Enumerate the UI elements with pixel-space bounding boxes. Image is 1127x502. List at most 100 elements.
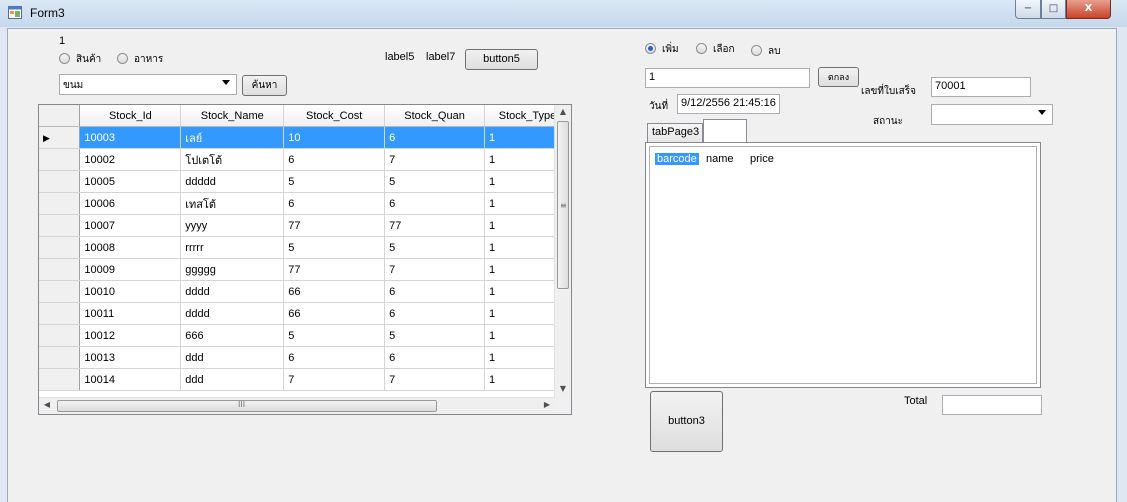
table-cell[interactable]: 66 [283,302,386,325]
ok-button[interactable]: ตกลง [818,67,859,87]
table-cell[interactable]: 7 [384,258,486,281]
row-header[interactable] [39,324,81,347]
table-cell[interactable]: ggggg [180,258,285,281]
table-cell[interactable]: 10008 [79,236,182,259]
grid-horizontal-scrollbar[interactable]: ◀ III ▶ [39,397,555,414]
button5[interactable]: button5 [465,49,538,70]
table-cell[interactable]: 6 [283,346,386,369]
table-cell[interactable]: yyyy [180,214,285,237]
table-cell[interactable]: 10013 [79,346,182,369]
maximize-button[interactable]: □ [1041,0,1066,19]
table-cell[interactable]: 10 [283,126,386,149]
table-cell[interactable]: 7 [283,368,386,391]
table-cell[interactable]: 7 [384,148,486,171]
row-header[interactable] [39,214,81,237]
radio-delete[interactable] [751,45,762,56]
row-header[interactable] [39,192,81,215]
table-cell[interactable]: 10011 [79,302,182,325]
table-cell[interactable]: 10002 [79,148,182,171]
table-cell[interactable]: 66 [283,280,386,303]
table-cell[interactable]: 5 [283,236,386,259]
list-header-name[interactable]: name [706,153,734,165]
scroll-down-icon[interactable]: ▼ [555,384,571,393]
row-header[interactable] [39,258,81,281]
table-cell[interactable]: 10012 [79,324,182,347]
table-cell[interactable]: ddd [180,346,285,369]
search-button[interactable]: ค้นหา [242,75,287,96]
table-row[interactable]: 10006 เทสโต้ 6 6 1 [39,192,571,215]
list-header-price[interactable]: price [750,153,774,165]
table-cell[interactable]: 666 [180,324,285,347]
table-cell[interactable]: เลย์ [180,126,285,149]
column-header[interactable]: Stock_Cost [283,105,386,127]
status-combobox[interactable] [931,104,1053,125]
table-cell[interactable]: 77 [384,214,486,237]
table-cell[interactable]: 10006 [79,192,182,215]
table-cell[interactable]: 7 [384,368,486,391]
tab-page3[interactable]: tabPage3 [647,123,703,143]
table-row[interactable]: 10012 666 5 5 1 [39,324,571,347]
total-field[interactable] [942,395,1042,415]
table-row[interactable]: 10009 ggggg 77 7 1 [39,258,571,281]
items-listview[interactable]: barcode name price [649,146,1037,384]
table-cell[interactable]: 6 [384,280,486,303]
barcode-input[interactable]: 1 [645,68,810,88]
button3[interactable]: button3 [650,391,723,452]
table-cell[interactable]: 10003 [79,126,182,149]
table-cell[interactable]: ddddd [180,170,285,193]
scroll-up-icon[interactable]: ▲ [555,107,571,116]
radio-add[interactable] [645,43,656,54]
table-row[interactable]: 10008 rrrrr 5 5 1 [39,236,571,259]
stock-datagrid[interactable]: Stock_Id Stock_Name Stock_Cost Stock_Qua… [38,104,572,415]
table-cell[interactable]: 6 [384,302,486,325]
table-cell[interactable]: 77 [283,214,386,237]
scroll-left-icon[interactable]: ◀ [39,400,55,409]
table-cell[interactable]: 10010 [79,280,182,303]
table-cell[interactable]: 5 [384,170,486,193]
column-header[interactable]: Stock_Id [79,105,182,127]
table-cell[interactable]: 77 [283,258,386,281]
table-row[interactable]: 10002 โปเตโต้ 6 7 1 [39,148,571,171]
tab-active[interactable] [703,119,747,143]
table-cell[interactable]: โปเตโต้ [180,148,285,171]
horizontal-scroll-thumb[interactable]: III [57,400,437,412]
minimize-button[interactable]: − [1015,0,1041,19]
scroll-right-icon[interactable]: ▶ [539,400,555,409]
row-header[interactable] [39,236,81,259]
table-cell[interactable]: dddd [180,280,285,303]
row-header[interactable] [39,170,81,193]
table-cell[interactable]: 5 [283,170,386,193]
table-cell[interactable]: 10007 [79,214,182,237]
radio-select[interactable] [696,43,707,54]
table-cell[interactable]: dddd [180,302,285,325]
grid-vertical-scrollbar[interactable]: ▲ ≡ ▼ [554,105,571,398]
table-cell[interactable]: 10014 [79,368,182,391]
table-cell[interactable]: เทสโต้ [180,192,285,215]
row-header[interactable] [39,368,81,391]
table-cell[interactable]: 5 [283,324,386,347]
row-header[interactable]: ▶ [39,126,81,149]
table-row[interactable]: ▶ 10003 เลย์ 10 6 1 [39,126,571,149]
table-cell[interactable]: 5 [384,324,486,347]
table-cell[interactable]: 6 [283,148,386,171]
category-combobox[interactable]: ขนม [59,74,237,95]
column-header[interactable]: Stock_Name [180,105,285,127]
table-cell[interactable]: 10009 [79,258,182,281]
row-header[interactable] [39,280,81,303]
table-row[interactable]: 10014 ddd 7 7 1 [39,368,571,391]
table-cell[interactable]: 5 [384,236,486,259]
row-header[interactable] [39,148,81,171]
close-button[interactable]: X [1066,0,1111,19]
column-header[interactable]: Stock_Quan [384,105,486,127]
table-cell[interactable]: 6 [283,192,386,215]
table-row[interactable]: 10005 ddddd 5 5 1 [39,170,571,193]
table-cell[interactable]: 6 [384,126,486,149]
table-cell[interactable]: ddd [180,368,285,391]
radio-food[interactable] [117,53,128,64]
list-header-barcode[interactable]: barcode [655,153,699,165]
table-cell[interactable]: 6 [384,346,486,369]
table-row[interactable]: 10007 yyyy 77 77 1 [39,214,571,237]
table-cell[interactable]: 10005 [79,170,182,193]
date-field[interactable]: 9/12/2556 21:45:16 [677,94,780,114]
receipt-number-field[interactable]: 70001 [931,77,1031,97]
